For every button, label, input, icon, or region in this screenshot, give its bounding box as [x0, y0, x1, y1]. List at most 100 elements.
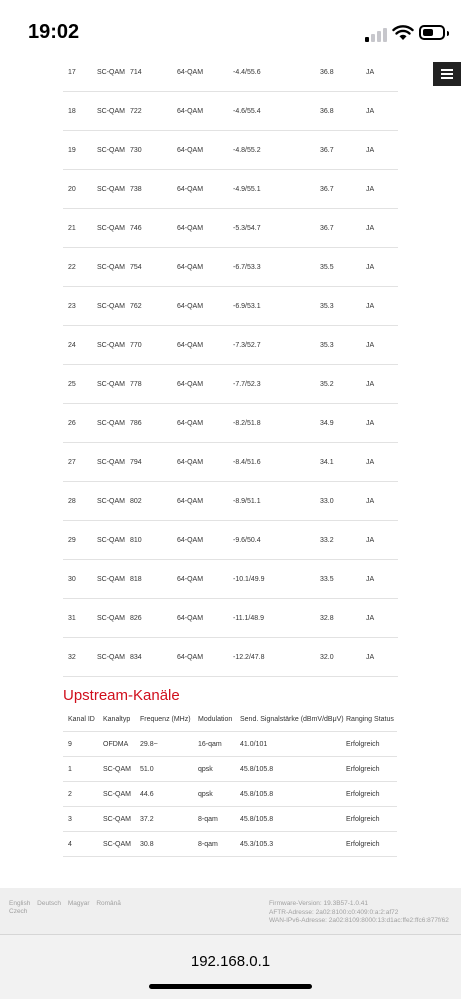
table-row: 18 SC-QAM 722 64-QAM -4.6/55.4 36.8 JA — [63, 92, 398, 131]
cell-modulation: 64-QAM — [177, 263, 204, 271]
cell-channel-id: 27 — [68, 458, 76, 466]
upstream-title: Upstream-Kanäle — [63, 687, 180, 704]
status-time: 19:02 — [28, 21, 80, 43]
cell-frequency: 30.8 — [140, 840, 154, 848]
device-info: Firmware-Version: 19.3B57-1.0.41 AFTR-Ad… — [269, 900, 449, 926]
language-link[interactable]: Deutsch — [37, 900, 61, 907]
cell-snr: 34.9 — [320, 419, 334, 427]
cell-power: -7.7/52.3 — [233, 380, 261, 388]
cell-locked: JA — [366, 263, 375, 271]
language-link[interactable]: Czech — [9, 908, 27, 915]
cell-locked: JA — [366, 185, 375, 193]
language-link[interactable]: English — [9, 900, 30, 907]
cell-frequency: 810 — [130, 536, 142, 544]
header-modulation: Modulation — [198, 715, 233, 723]
cell-frequency: 746 — [130, 224, 142, 232]
cell-locked: JA — [366, 107, 375, 115]
cell-power: 45.8/105.8 — [240, 815, 274, 823]
language-link[interactable]: Magyar — [68, 900, 90, 907]
cell-snr: 35.3 — [320, 341, 334, 349]
cell-ranging-status: Erfolgreich — [346, 790, 380, 798]
cell-locked: JA — [366, 419, 375, 427]
cell-frequency: 51.0 — [140, 765, 154, 773]
table-row: 31 SC-QAM 826 64-QAM -11.1/48.9 32.8 JA — [63, 599, 398, 638]
table-row: 23 SC-QAM 762 64-QAM -6.9/53.1 35.3 JA — [63, 287, 398, 326]
table-row: 26 SC-QAM 786 64-QAM -8.2/51.8 34.9 JA — [63, 404, 398, 443]
cell-power: 41.0/101 — [240, 740, 268, 748]
cell-channel-id: 21 — [68, 224, 76, 232]
cell-channel-type: SC-QAM — [97, 614, 125, 622]
cell-frequency: 834 — [130, 653, 142, 661]
cell-channel-id: 31 — [68, 614, 76, 622]
cell-ranging-status: Erfolgreich — [346, 765, 380, 773]
wifi-icon — [392, 25, 414, 40]
cell-locked: JA — [366, 497, 375, 505]
cell-channel-id: 24 — [68, 341, 76, 349]
url-text[interactable]: 192.168.0.1 — [0, 953, 461, 970]
cell-channel-type: SC-QAM — [97, 458, 125, 466]
cell-channel-id: 23 — [68, 302, 76, 310]
table-row: 20 SC-QAM 738 64-QAM -4.9/55.1 36.7 JA — [63, 170, 398, 209]
downstream-table: 17 SC-QAM 714 64-QAM -4.4/55.6 36.8 JA 18 SC-QAM… — [63, 53, 398, 677]
upstream-table-body: 9 OFDMA 29.8~ 16-qam 41.0/101 Erfolgreich 1 SC-… — [63, 732, 397, 857]
cell-channel-id: 30 — [68, 575, 76, 583]
cell-channel-id: 18 — [68, 107, 76, 115]
cell-frequency: 778 — [130, 380, 142, 388]
cell-channel-type: SC-QAM — [97, 68, 125, 76]
cell-channel-type: SC-QAM — [97, 146, 125, 154]
cell-locked: JA — [366, 575, 375, 583]
home-indicator — [149, 984, 312, 989]
cell-power: -12.2/47.8 — [233, 653, 265, 661]
cell-channel-id: 22 — [68, 263, 76, 271]
cell-power: -11.1/48.9 — [233, 614, 265, 622]
menu-button[interactable] — [433, 62, 461, 86]
cell-channel-id: 25 — [68, 380, 76, 388]
cell-frequency: 762 — [130, 302, 142, 310]
cell-channel-id: 32 — [68, 653, 76, 661]
table-row: 29 SC-QAM 810 64-QAM -9.6/50.4 33.2 JA — [63, 521, 398, 560]
cell-channel-type: SC-QAM — [103, 765, 131, 773]
table-row: 4 SC-QAM 30.8 8-qam 45.3/105.3 Erfolgreich — [63, 832, 397, 857]
cell-channel-type: SC-QAM — [97, 302, 125, 310]
cell-ranging-status: Erfolgreich — [346, 840, 380, 848]
cell-frequency: 826 — [130, 614, 142, 622]
cell-frequency: 738 — [130, 185, 142, 193]
browser-address-bar[interactable]: 192.168.0.1 — [0, 934, 461, 999]
language-link[interactable]: Română — [96, 900, 121, 907]
cell-snr: 32.0 — [320, 653, 334, 661]
cell-modulation: 64-QAM — [177, 458, 204, 466]
table-row: 2 SC-QAM 44.6 qpsk 45.8/105.8 Erfolgreich — [63, 782, 397, 807]
cell-channel-type: SC-QAM — [97, 107, 125, 115]
cell-modulation: 64-QAM — [177, 185, 204, 193]
cell-snr: 34.1 — [320, 458, 334, 466]
upstream-table-header: Kanal ID Kanaltyp Frequenz (MHz) Modulat… — [63, 707, 397, 732]
cell-modulation: 64-QAM — [177, 419, 204, 427]
aftr-address: AFTR-Adresse: 2a02:8100:c0:409:0:a:2:af7… — [269, 908, 399, 916]
header-channel-id: Kanal ID — [68, 715, 95, 723]
cell-locked: JA — [366, 653, 375, 661]
cell-channel-id: 9 — [68, 740, 72, 748]
cell-channel-id: 2 — [68, 790, 72, 798]
cell-channel-id: 26 — [68, 419, 76, 427]
header-ranging-status: Ranging Status — [346, 715, 394, 723]
hamburger-icon — [441, 69, 453, 79]
cell-locked: JA — [366, 458, 375, 466]
table-row: 25 SC-QAM 778 64-QAM -7.7/52.3 35.2 JA — [63, 365, 398, 404]
cell-frequency: 37.2 — [140, 815, 154, 823]
cell-frequency: 786 — [130, 419, 142, 427]
cell-modulation: 64-QAM — [177, 302, 204, 310]
cell-snr: 32.8 — [320, 614, 334, 622]
cell-power: -4.8/55.2 — [233, 146, 261, 154]
table-row: 9 OFDMA 29.8~ 16-qam 41.0/101 Erfolgreich — [63, 732, 397, 757]
cell-power: -5.3/54.7 — [233, 224, 261, 232]
cell-channel-type: SC-QAM — [97, 380, 125, 388]
cell-frequency: 714 — [130, 68, 142, 76]
header-channel-type: Kanaltyp — [103, 715, 131, 723]
cell-power: -9.6/50.4 — [233, 536, 261, 544]
table-row: 3 SC-QAM 37.2 8-qam 45.8/105.8 Erfolgreich — [63, 807, 397, 832]
cell-locked: JA — [366, 146, 375, 154]
table-row: 28 SC-QAM 802 64-QAM -8.9/51.1 33.0 JA — [63, 482, 398, 521]
table-row: 30 SC-QAM 818 64-QAM -10.1/49.9 33.5 JA — [63, 560, 398, 599]
cell-power: -4.6/55.4 — [233, 107, 261, 115]
cell-snr: 33.0 — [320, 497, 334, 505]
